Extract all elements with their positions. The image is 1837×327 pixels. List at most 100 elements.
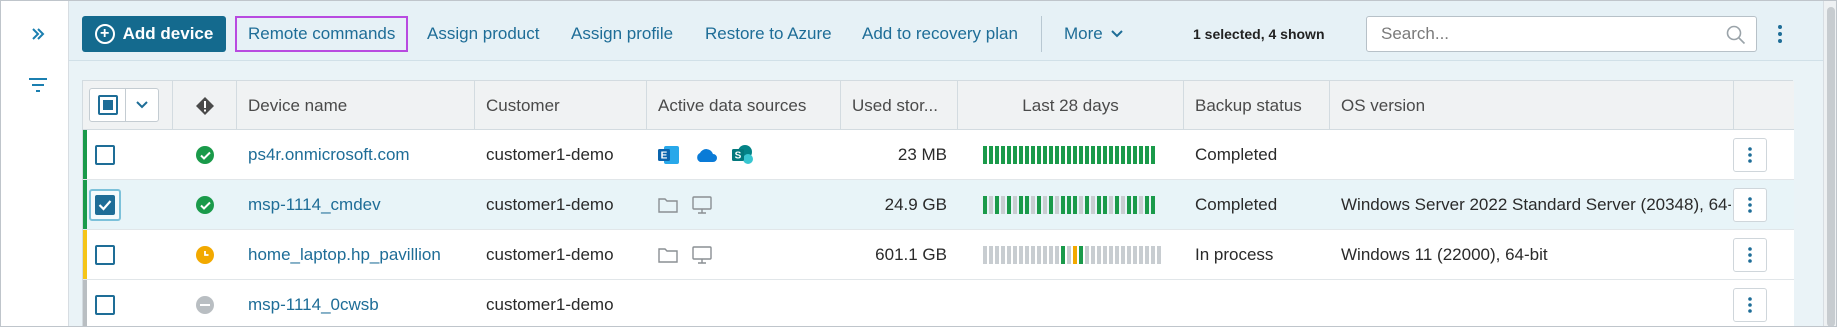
row-checkbox[interactable]	[95, 295, 115, 315]
header-last-28-days[interactable]: Last 28 days	[958, 81, 1184, 130]
remote-commands-button[interactable]: Remote commands	[235, 16, 409, 52]
history-day-bar	[1103, 196, 1107, 214]
table-row[interactable]: msp-1114_0cwsb customer1-demo	[83, 280, 1794, 326]
search-input[interactable]	[1381, 24, 1711, 44]
history-day-bar	[1115, 196, 1119, 214]
history-day-bar	[1139, 146, 1143, 164]
history-day-bar	[1019, 146, 1023, 164]
history-day-bar	[1103, 146, 1107, 164]
history-day-bar	[1013, 196, 1017, 214]
monitor-icon	[692, 196, 712, 214]
history-day-bar	[1001, 146, 1005, 164]
search-icon	[1726, 25, 1746, 50]
plus-circle-icon: +	[94, 24, 115, 44]
history-day-bar	[1091, 196, 1095, 214]
history-day-bar	[1013, 146, 1017, 164]
history-day-bar	[1049, 146, 1053, 164]
used-storage-cell	[841, 280, 947, 326]
restore-to-azure-button[interactable]: Restore to Azure	[705, 16, 832, 52]
assign-profile-button[interactable]: Assign profile	[571, 16, 673, 52]
backup-status-cell: Completed	[1195, 195, 1278, 214]
history-day-bar	[995, 246, 999, 264]
select-options-chevron-icon[interactable]	[126, 89, 158, 121]
header-used-storage[interactable]: Used stor...	[841, 81, 958, 130]
history-day-bar	[1121, 146, 1125, 164]
history-day-bar	[1043, 246, 1047, 264]
history-day-bar	[1085, 246, 1089, 264]
header-customer[interactable]: Customer	[475, 81, 647, 130]
history-day-bar	[1157, 246, 1161, 264]
assign-product-button[interactable]: Assign product	[427, 16, 539, 52]
backup-status-cell: Completed	[1195, 145, 1278, 164]
table-row[interactable]: msp-1114_cmdev customer1-demo 24.9 GB Compl…	[83, 180, 1794, 230]
device-name-link[interactable]: ps4r.onmicrosoft.com	[248, 130, 470, 180]
history-day-bar	[1073, 246, 1077, 264]
history-day-bar	[989, 196, 993, 214]
header-backup-status[interactable]: Backup status	[1184, 81, 1330, 130]
chevron-down-icon	[1111, 30, 1123, 38]
folder-icon	[658, 197, 678, 213]
row-actions-kebab-icon[interactable]	[1733, 288, 1767, 322]
more-menu-button[interactable]: More	[1064, 16, 1123, 52]
row-actions-kebab-icon[interactable]	[1733, 188, 1767, 222]
history-day-bar	[1043, 196, 1047, 214]
history-day-bar	[1109, 146, 1113, 164]
toolbar-kebab-icon[interactable]	[1765, 16, 1795, 52]
no-backup-icon	[196, 296, 214, 314]
os-version-cell: Windows 11 (22000), 64-bit	[1341, 245, 1548, 264]
onedrive-icon	[694, 147, 718, 163]
used-storage-cell: 23 MB	[897, 145, 947, 164]
row-checkbox[interactable]	[95, 245, 115, 265]
row-actions-kebab-icon[interactable]	[1733, 138, 1767, 172]
select-all-checkbox[interactable]	[90, 89, 126, 121]
history-day-bar	[1025, 246, 1029, 264]
device-name-link[interactable]: home_laptop.hp_pavillion	[248, 230, 470, 280]
backup-history-bars	[983, 130, 1173, 180]
search-box[interactable]	[1366, 16, 1757, 52]
row-actions-kebab-icon[interactable]	[1733, 238, 1767, 272]
add-to-recovery-plan-button[interactable]: Add to recovery plan	[862, 16, 1018, 52]
filter-icon[interactable]	[21, 68, 55, 102]
more-label: More	[1064, 24, 1103, 43]
active-data-sources-cell: ES	[658, 130, 838, 180]
add-device-button[interactable]: + Add device	[82, 16, 226, 52]
history-day-bar	[1097, 246, 1101, 264]
header-device-name[interactable]: Device name	[237, 81, 475, 130]
history-day-bar	[1025, 146, 1029, 164]
row-select-cell	[95, 130, 155, 180]
row-checkbox[interactable]	[95, 195, 115, 215]
row-checkbox[interactable]	[95, 145, 115, 165]
row-status-cell	[173, 130, 237, 180]
history-day-bar	[1007, 246, 1011, 264]
history-day-bar	[995, 146, 999, 164]
scroll-thumb[interactable]	[1827, 7, 1835, 326]
history-day-bar	[1037, 196, 1041, 214]
table-row[interactable]: home_laptop.hp_pavillion customer1-demo 60…	[83, 230, 1794, 280]
history-day-bar	[1109, 246, 1113, 264]
history-day-bar	[1037, 246, 1041, 264]
main-area: + Add device Remote commands Assign prod…	[69, 1, 1823, 326]
history-day-bar	[1139, 246, 1143, 264]
history-day-bar	[1031, 146, 1035, 164]
row-select-cell	[89, 180, 149, 230]
history-day-bar	[1061, 196, 1065, 214]
vertical-scrollbar[interactable]	[1823, 1, 1836, 326]
customer-cell: customer1-demo	[486, 145, 614, 164]
table-row[interactable]: ps4r.onmicrosoft.com customer1-demo E S 23 M…	[83, 130, 1794, 180]
history-day-bar	[1055, 246, 1059, 264]
history-day-bar	[1055, 196, 1059, 214]
device-name-link[interactable]: msp-1114_0cwsb	[248, 280, 470, 326]
header-os-version[interactable]: OS version	[1330, 81, 1734, 130]
header-status-icon[interactable]	[173, 81, 237, 130]
device-name-link[interactable]: msp-1114_cmdev	[248, 180, 470, 230]
history-day-bar	[1091, 146, 1095, 164]
history-day-bar	[1121, 196, 1125, 214]
left-rail	[1, 1, 69, 326]
header-active-data-sources[interactable]: Active data sources	[647, 81, 841, 130]
expand-sidebar-icon[interactable]	[21, 17, 55, 51]
backup-history-bars	[983, 180, 1173, 230]
header-select-cell	[83, 81, 173, 130]
history-day-bar	[1073, 146, 1077, 164]
exchange-icon: E	[658, 145, 680, 165]
backup-history-bars	[983, 230, 1173, 280]
